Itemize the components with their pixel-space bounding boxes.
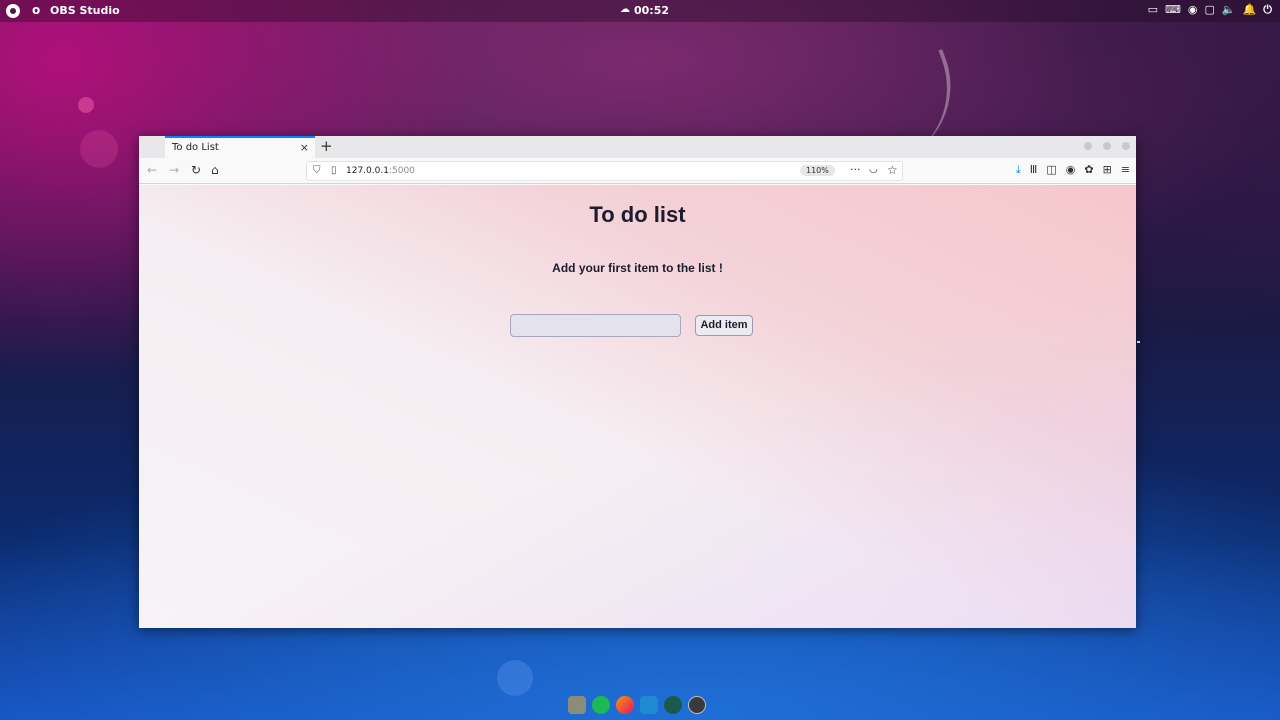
- tab-title: To do List: [172, 142, 219, 153]
- cloud-icon: ☁: [620, 4, 630, 15]
- pocket-icon[interactable]: ◡: [869, 164, 878, 175]
- browser-window: To do List × + ← → ↻ ⌂ ⛉ ▯ 127.0.0.1:500…: [139, 136, 1136, 628]
- tab-close-icon[interactable]: ×: [300, 141, 309, 154]
- extensions-icon[interactable]: ⊞: [1103, 163, 1112, 177]
- bell-icon[interactable]: 🔔: [1243, 3, 1257, 17]
- firefox-icon[interactable]: [616, 696, 634, 714]
- url-host: 127.0.0.1: [346, 166, 389, 176]
- wallpaper-bubble: [497, 660, 533, 696]
- toolbar-icons: ⤓ Ⅲ ◫ ◉ ✿ ⊞ ≡: [1016, 163, 1130, 177]
- close-window-button[interactable]: [1122, 142, 1130, 150]
- url-text[interactable]: 127.0.0.1:5000: [346, 166, 415, 176]
- downloads-icon[interactable]: ⤓: [1016, 163, 1021, 177]
- account-icon[interactable]: ◉: [1066, 163, 1076, 177]
- app-indicator-dot: o: [32, 3, 41, 17]
- page-title: To do list: [589, 202, 686, 227]
- volume-icon[interactable]: 🔈: [1222, 3, 1236, 17]
- obs-tray-icon[interactable]: ◉: [1188, 3, 1198, 17]
- display-icon[interactable]: ▢: [1204, 3, 1214, 17]
- add-item-button[interactable]: Add item: [695, 315, 753, 336]
- window-controls: [1084, 142, 1130, 150]
- vscode-icon[interactable]: [640, 696, 658, 714]
- power-icon[interactable]: ⏻: [1263, 3, 1272, 17]
- wallpaper-bubble: [80, 130, 118, 168]
- dock: [568, 696, 706, 714]
- page-subtitle: Add your first item to the list !: [552, 261, 723, 275]
- tab-bar: To do List × +: [139, 136, 1136, 158]
- menu-icon[interactable]: ≡: [1121, 163, 1130, 177]
- minimize-button[interactable]: [1084, 142, 1092, 150]
- wallpaper-bubble: [78, 97, 94, 113]
- top-panel: o OBS Studio ☁ 00:52 ▭ ⌨ ◉ ▢ 🔈 🔔 ⏻: [0, 0, 1280, 22]
- new-tab-button[interactable]: +: [320, 137, 333, 155]
- clock[interactable]: 00:52: [634, 4, 669, 17]
- url-bar[interactable]: ⛉ ▯ 127.0.0.1:5000 110% ··· ◡ ☆: [306, 161, 903, 181]
- tab-todo-list[interactable]: To do List ×: [165, 136, 315, 158]
- files-icon[interactable]: [568, 696, 586, 714]
- back-arrow-icon[interactable]: ←: [147, 163, 157, 177]
- obs-icon[interactable]: [688, 696, 706, 714]
- spotify-icon[interactable]: [592, 696, 610, 714]
- zoom-level-badge[interactable]: 110%: [800, 165, 835, 176]
- library-icon[interactable]: Ⅲ: [1030, 163, 1038, 177]
- gitkraken-icon[interactable]: [664, 696, 682, 714]
- bookmark-star-icon[interactable]: ☆: [887, 163, 898, 177]
- forward-arrow-icon[interactable]: →: [169, 163, 179, 177]
- home-icon[interactable]: ⌂: [211, 163, 219, 177]
- reload-icon[interactable]: ↻: [191, 163, 201, 177]
- sidebar-icon[interactable]: ◫: [1046, 163, 1056, 177]
- active-app-name[interactable]: OBS Studio: [50, 4, 120, 17]
- wallpaper-dot: [1137, 341, 1140, 343]
- page-actions-icon[interactable]: ···: [850, 163, 861, 176]
- navigation-bar: ← → ↻ ⌂ ⛉ ▯ 127.0.0.1:5000 110% ··· ◡ ☆ …: [139, 158, 1136, 184]
- extension-color-icon[interactable]: ✿: [1084, 163, 1093, 177]
- screen-icon[interactable]: ▭: [1148, 3, 1158, 17]
- url-port: :5000: [388, 166, 415, 176]
- shield-icon[interactable]: ⛉: [313, 165, 321, 176]
- maximize-button[interactable]: [1103, 142, 1111, 150]
- activities-icon[interactable]: [6, 4, 20, 18]
- page-info-icon[interactable]: ▯: [331, 165, 337, 176]
- new-item-input[interactable]: [510, 314, 681, 337]
- system-tray: ▭ ⌨ ◉ ▢ 🔈 🔔 ⏻: [1148, 3, 1272, 17]
- keyboard-icon[interactable]: ⌨: [1165, 3, 1181, 17]
- page-content: To do list Add your first item to the li…: [139, 185, 1136, 628]
